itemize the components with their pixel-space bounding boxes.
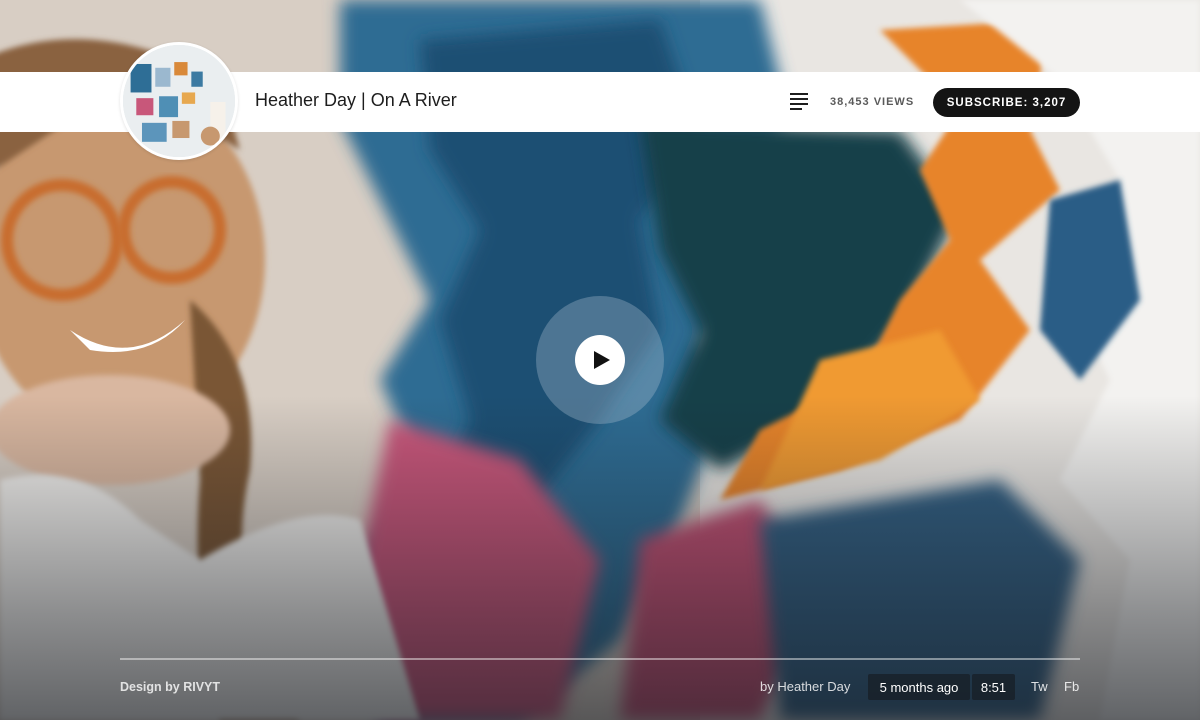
- subscribe-button[interactable]: SUBSCRIBE: 3,207: [933, 88, 1080, 117]
- menu-line: [790, 103, 808, 105]
- play-icon: [593, 351, 610, 369]
- menu-line: [790, 108, 802, 110]
- posted-time-badge: 5 months ago: [868, 674, 970, 700]
- progress-divider: [120, 658, 1080, 660]
- share-twitter-link[interactable]: Tw: [1031, 679, 1048, 694]
- design-credit[interactable]: Design by RIVYT: [120, 680, 220, 694]
- menu-line: [790, 98, 808, 100]
- list-icon[interactable]: [790, 93, 808, 110]
- share-facebook-link[interactable]: Fb: [1064, 679, 1079, 694]
- play-button[interactable]: [575, 335, 625, 385]
- video-title: Heather Day | On A River: [255, 90, 457, 110]
- channel-avatar[interactable]: [120, 42, 238, 160]
- view-count: 38,453 VIEWS: [830, 96, 915, 108]
- author-byline[interactable]: by Heather Day: [760, 679, 850, 694]
- avatar-image: [123, 45, 235, 157]
- duration-badge: 8:51: [972, 674, 1015, 700]
- menu-line: [790, 93, 808, 95]
